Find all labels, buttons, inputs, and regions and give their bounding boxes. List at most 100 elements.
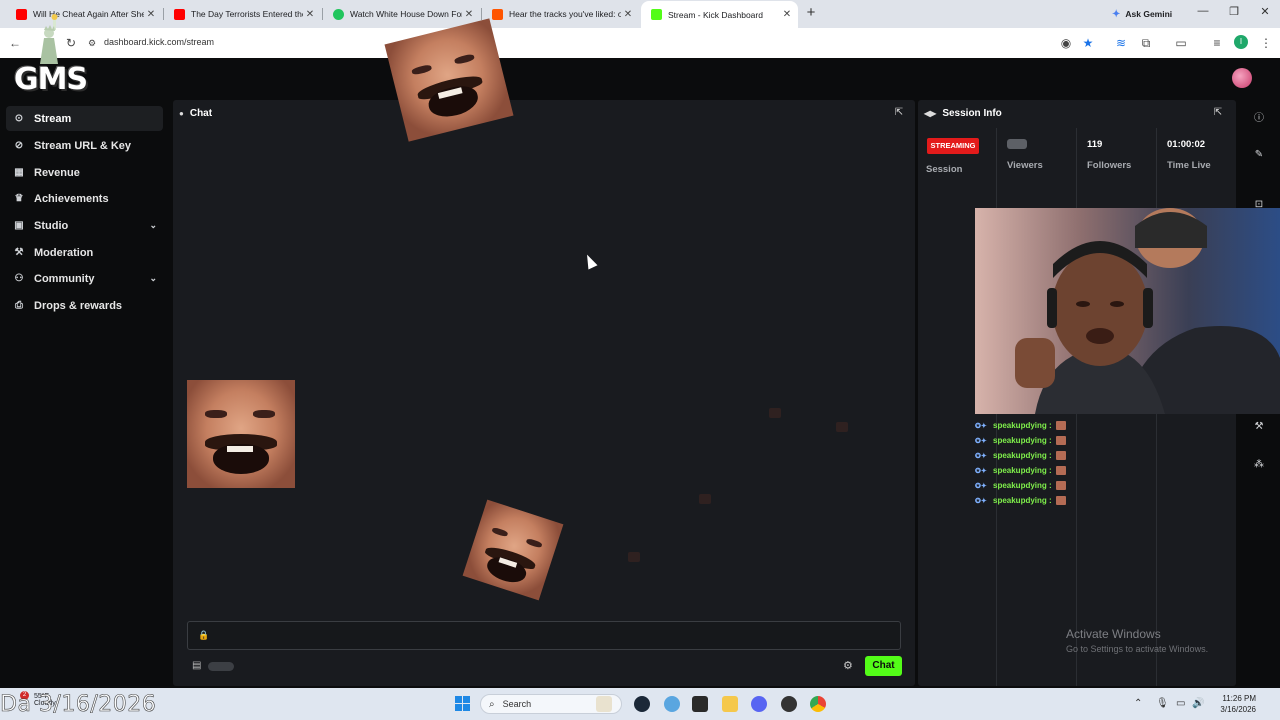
site-info-icon[interactable]: ⚙ [84, 35, 100, 51]
chat-username[interactable]: speakupdying : [993, 421, 1052, 430]
popout-icon[interactable]: ⇱ [1212, 107, 1224, 119]
close-tab-icon[interactable]: ✕ [303, 9, 317, 20]
browser-tab[interactable]: Will He Cheat Again After She ✕ [6, 2, 162, 26]
chat-username[interactable]: speakupdying : [993, 466, 1052, 475]
chrome-profile-avatar[interactable]: I [1234, 35, 1248, 49]
broadcast-icon: ⊙ [14, 113, 24, 124]
faded-emote [769, 408, 781, 418]
chat-toggle[interactable] [208, 662, 234, 671]
browser-toolbar: ← → ↻ ⚙ dashboard.kick.com/stream ◉ ★ ≋ … [0, 28, 1280, 58]
ask-gemini-button[interactable]: ✦ Ask Gemini [1104, 5, 1180, 23]
chat-message-input[interactable]: 🔒 [187, 621, 901, 650]
sidebar-item-label: Achievements [34, 192, 109, 205]
close-tab-icon[interactable]: ✕ [144, 9, 158, 20]
stream-date-overlay: Da 3/16/2026 [0, 692, 157, 718]
user-badges-icon: ✪✦ [975, 452, 987, 460]
community-icon: ⚇ [14, 273, 24, 284]
tab-label: Hear the tracks you've liked: on [509, 9, 621, 19]
browser-tab-active[interactable]: Stream - Kick Dashboard ✕ [641, 1, 798, 28]
youtube-favicon-icon [16, 8, 27, 20]
obs-icon[interactable] [781, 696, 797, 712]
search-icon: ⌕ [489, 698, 495, 710]
share-nodes-icon[interactable]: ⁂ [1252, 458, 1266, 472]
popout-icon[interactable]: ⇱ [893, 107, 905, 119]
kick-favicon-icon [651, 9, 662, 20]
chevron-down-icon[interactable]: ⌄ [149, 273, 157, 284]
clock-date: 3/16/2026 [1220, 705, 1256, 714]
sidebar-item-stream-url-key[interactable]: ⊘ Stream URL & Key [6, 133, 163, 158]
sidebar-item-label: Drops & rewards [34, 299, 123, 312]
store-icon[interactable]: ▤ [192, 660, 201, 671]
stat-label-viewers: Viewers [1007, 160, 1043, 171]
close-tab-icon[interactable]: ✕ [462, 9, 476, 20]
eye-icon[interactable]: ◉ [1058, 35, 1074, 51]
emote-icon [1055, 436, 1066, 445]
chat-username[interactable]: speakupdying : [993, 451, 1052, 460]
volume-icon[interactable]: 🔊 [1192, 698, 1204, 709]
activate-windows-subtitle: Go to Settings to activate Windows. [1066, 644, 1209, 654]
browser-tab-strip: Will He Cheat Again After She ✕ The Day … [0, 0, 1280, 28]
epic-games-icon[interactable] [692, 696, 708, 712]
capture-icon[interactable]: ⊡ [1252, 198, 1266, 212]
stat-label-time-live: Time Live [1167, 160, 1211, 171]
microphone-icon[interactable]: 🎙 [1156, 698, 1169, 709]
channel-logo[interactable]: GMS [14, 62, 88, 97]
chat-log-line: ✪✦ speakupdying : [975, 418, 1235, 433]
sidebar-item-label: Stream URL & Key [34, 139, 131, 152]
wrench-icon[interactable]: ⚒ [1252, 420, 1266, 434]
chat-username[interactable]: speakupdying : [993, 436, 1052, 445]
emote-laughing-face [462, 499, 564, 601]
extensions-puzzle-icon[interactable]: ⧉ [1138, 35, 1154, 51]
info-icon[interactable]: ⓘ [1252, 112, 1266, 126]
user-badges-icon: ✪✦ [975, 437, 987, 445]
cast-icon[interactable]: ▭ [1173, 35, 1189, 51]
chevron-down-icon[interactable]: ⌄ [149, 220, 157, 231]
steam-icon[interactable] [634, 696, 650, 712]
sidebar-item-label: Studio [34, 219, 69, 232]
browser-tab[interactable]: The Day Terrorists Entered the ✕ [164, 2, 321, 26]
file-explorer-icon[interactable] [722, 696, 738, 712]
sidebar-item-stream[interactable]: ⊙ Stream [6, 106, 163, 131]
browser-tab[interactable]: Watch White House Down For ✕ [323, 2, 480, 26]
bookmark-star-icon[interactable]: ★ [1080, 35, 1096, 51]
user-avatar[interactable] [1232, 68, 1252, 88]
close-tab-icon[interactable]: ✕ [780, 9, 794, 20]
chat-log-line: ✪✦ speakupdying : [975, 448, 1235, 463]
sidebar-item-revenue[interactable]: ▦ Revenue [6, 160, 163, 185]
back-arrow-icon[interactable]: ← [7, 35, 23, 51]
search-placeholder: Search [502, 699, 532, 709]
send-chat-button[interactable]: Chat [865, 656, 902, 676]
dashboard-topbar: GMS [0, 14, 1280, 100]
close-window-icon[interactable]: ✕ [1257, 5, 1273, 18]
stat-label-session: Session [926, 164, 963, 175]
windows-start-icon[interactable] [455, 696, 470, 711]
tab-search-icon[interactable]: ≡ [1209, 35, 1225, 51]
discord-icon[interactable] [751, 696, 767, 712]
pencil-icon[interactable]: ✎ [1252, 148, 1266, 162]
chat-username[interactable]: speakupdying : [993, 481, 1052, 490]
address-bar[interactable]: dashboard.kick.com/stream [104, 37, 214, 47]
new-tab-button[interactable]: + [804, 5, 818, 21]
sidebar-item-moderation[interactable]: ⚒ Moderation [6, 240, 163, 265]
browser-tab[interactable]: Hear the tracks you've liked: on ✕ [482, 2, 639, 26]
taskbar-clock[interactable]: 11:26 PM 3/16/2026 [1208, 693, 1256, 715]
sidebar-item-achievements[interactable]: ♛ Achievements [6, 186, 163, 211]
extension-voice-icon[interactable]: ≋ [1113, 35, 1129, 51]
restore-window-icon[interactable]: ❐ [1226, 5, 1242, 18]
chrome-icon[interactable] [810, 696, 826, 712]
sidebar-item-studio[interactable]: ▣ Studio ⌄ [6, 213, 163, 238]
close-tab-icon[interactable]: ✕ [621, 9, 635, 20]
reload-icon[interactable]: ↻ [63, 35, 79, 51]
tray-chevron-up-icon[interactable]: ⌃ [1134, 698, 1142, 709]
chat-username[interactable]: speakupdying : [993, 496, 1052, 505]
session-panel-header: ◀▶ Session Info [924, 100, 1002, 126]
panda-app-icon[interactable] [596, 696, 612, 712]
sidebar-item-community[interactable]: ⚇ Community ⌄ [6, 266, 163, 291]
network-icon[interactable]: ▭ [1176, 698, 1185, 709]
minimize-window-icon[interactable]: — [1195, 5, 1211, 17]
sidebar-item-drops-rewards[interactable]: ⎙ Drops & rewards [6, 293, 163, 318]
gear-icon[interactable]: ⚙ [843, 659, 853, 672]
stat-label-followers: Followers [1087, 160, 1132, 171]
chrome-menu-icon[interactable]: ⋮ [1258, 35, 1274, 51]
app-icon[interactable] [664, 696, 680, 712]
